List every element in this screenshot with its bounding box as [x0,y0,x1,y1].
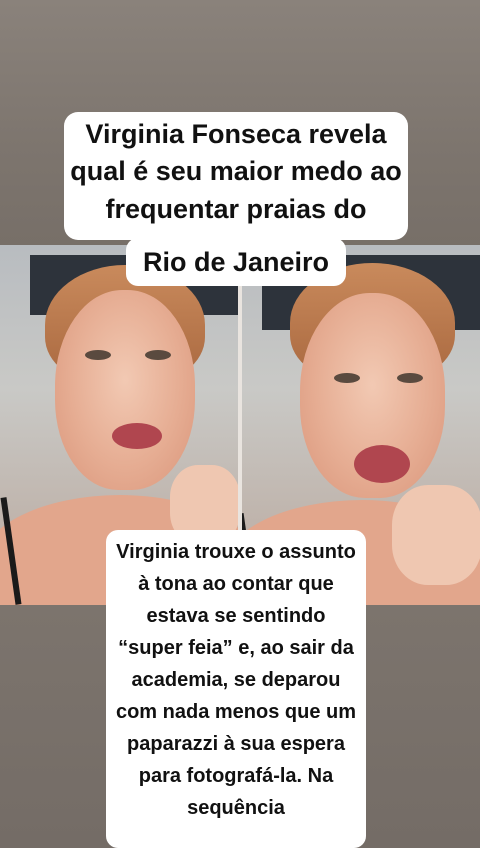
eye [334,373,360,383]
eye [397,373,423,383]
hand [392,485,480,585]
title-line-2: Rio de Janeiro [142,247,330,277]
title-caption-line-2: Rio de Janeiro [126,238,346,286]
body-caption: Virginia trouxe o assunto à tona ao cont… [106,530,366,848]
eye [85,350,111,360]
face [55,290,195,490]
title-line-1: Virginia Fonseca revela qual é seu maior… [70,119,402,224]
mouth [112,423,162,449]
body-text: Virginia trouxe o assunto à tona ao cont… [115,541,357,819]
eye [145,350,171,360]
mouth [354,445,410,483]
title-caption: Virginia Fonseca revela qual é seu maior… [64,112,408,240]
